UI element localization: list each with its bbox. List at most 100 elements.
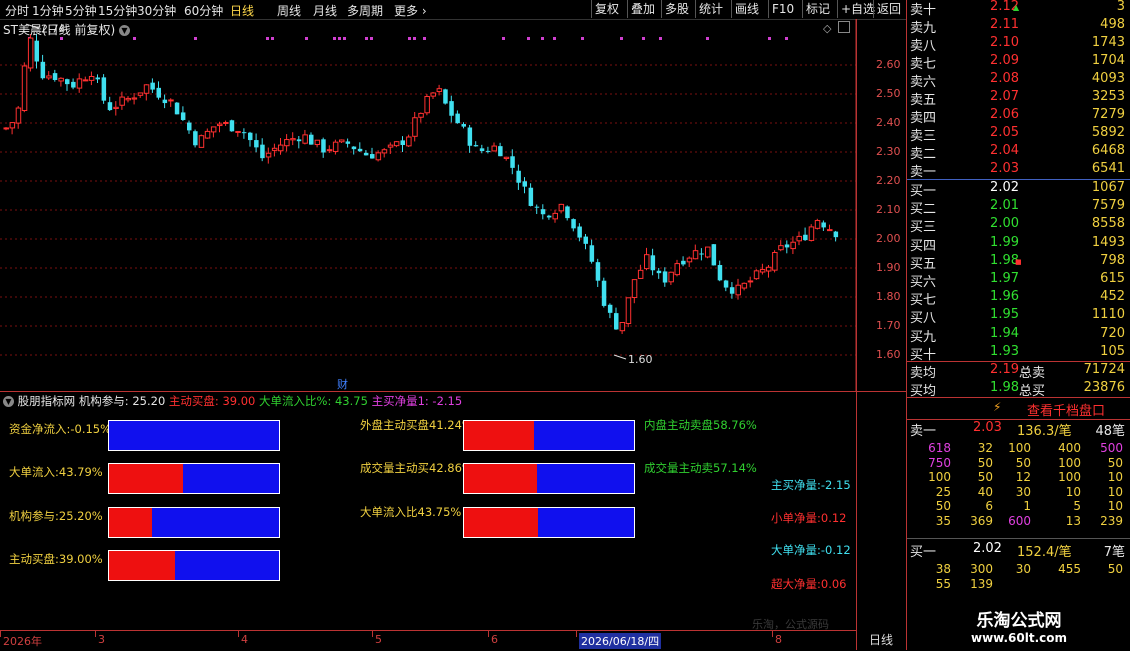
level-volume: 3253 xyxy=(1091,89,1125,104)
book-divider xyxy=(907,538,1130,539)
candle-body xyxy=(393,141,400,147)
candle-body xyxy=(436,88,443,93)
queue-price: 2.02 xyxy=(973,541,1002,556)
level-volume: 1743 xyxy=(1091,35,1125,50)
sell-level[interactable]: 卖一 2.03 6541 xyxy=(907,161,1130,180)
candle-body xyxy=(370,154,375,159)
queue-order-size: 400 xyxy=(1058,441,1081,455)
buy-level[interactable]: 买六 1.97 615 xyxy=(907,271,1130,290)
queue-order-size: 750 xyxy=(928,455,951,470)
sell-level[interactable]: 卖九 2.11 498 xyxy=(907,17,1130,36)
period-tab[interactable]: 15分钟 xyxy=(98,2,137,19)
period-tab[interactable]: 1分钟 xyxy=(32,2,64,19)
sell-level[interactable]: 卖二 2.04 6468 xyxy=(907,143,1130,162)
sell-level[interactable]: 卖八 2.10 1743 xyxy=(907,35,1130,54)
level-name: 买一 xyxy=(910,184,937,199)
candle-body xyxy=(443,89,448,104)
chevron-down-icon[interactable]: ▼ xyxy=(118,25,130,36)
candle-body xyxy=(217,123,223,127)
sell-level[interactable]: 卖四 2.06 7279 xyxy=(907,107,1130,126)
chart-title: ST美晨(日线 前复权) ▼ xyxy=(3,21,130,38)
period-tab[interactable]: 更多 › xyxy=(394,2,427,19)
candle-body xyxy=(40,61,46,79)
period-tab[interactable]: 日线 xyxy=(230,2,254,19)
toolbar-button[interactable]: 多股 xyxy=(661,0,692,18)
indicator-name[interactable]: 股朋指标网 xyxy=(18,394,76,408)
signal-dot xyxy=(370,37,373,40)
average-row: 卖均 2.19 总卖 71724 xyxy=(907,362,1130,381)
indicator-value: 机构参与: 25.20 xyxy=(78,394,169,408)
queue-price: 2.03 xyxy=(973,420,1002,435)
sell-level[interactable]: 卖三 2.05 5892 xyxy=(907,125,1130,144)
toolbar-button[interactable]: 统计 xyxy=(695,0,726,18)
period-tab[interactable]: 60分钟 xyxy=(184,2,223,19)
net-volume-value: 超大净量:0.06 xyxy=(771,577,847,591)
toolbar-button[interactable]: 画线 xyxy=(731,0,762,18)
candle-body xyxy=(241,132,247,134)
book-divider xyxy=(907,397,1130,398)
candle-body xyxy=(406,136,412,147)
buy-level[interactable]: 买十 1.93 105 xyxy=(907,343,1130,363)
queue-order-size: 618 xyxy=(928,441,951,455)
crosshair-date: 2026/06/18/四 xyxy=(579,633,662,649)
period-label[interactable]: 日线 xyxy=(858,631,904,648)
min-price-label-pointer xyxy=(613,354,627,360)
toolbar-button[interactable]: 标记 xyxy=(802,0,833,18)
buy-level[interactable]: 买四 1.99 1493 xyxy=(907,235,1130,254)
level-price: 2.03 xyxy=(990,161,1019,176)
buy-level[interactable]: 买一 2.02 1067 xyxy=(907,180,1130,199)
sell-level[interactable]: 卖七 2.09 1704 xyxy=(907,53,1130,72)
signal-dot xyxy=(706,37,709,40)
period-tab[interactable]: 多周期 xyxy=(347,2,383,19)
period-tab[interactable]: 月线 xyxy=(313,2,337,19)
flow-bar xyxy=(463,507,635,538)
sell-level[interactable]: 卖五 2.07 3253 xyxy=(907,89,1130,108)
candle-body xyxy=(510,156,515,168)
candle-body xyxy=(577,226,582,238)
candle-body xyxy=(631,279,638,299)
net-volume-value: 大单净量:-0.12 xyxy=(771,543,851,557)
buy-level[interactable]: 买七 1.96 452 xyxy=(907,289,1130,308)
toolbar-button[interactable]: 复权 xyxy=(591,0,622,18)
queue-order-size: 10 xyxy=(1107,484,1123,499)
candle-body xyxy=(107,102,113,111)
period-tab[interactable]: 周线 xyxy=(277,2,301,19)
level-volume: 105 xyxy=(1100,343,1125,359)
view-depth-button[interactable]: ⚡ 查看千档盘口 xyxy=(907,399,1130,419)
level-price: 2.11 xyxy=(990,17,1019,32)
candle-body xyxy=(540,209,546,215)
finance-report-marker[interactable]: 财 xyxy=(337,377,348,391)
period-tab[interactable]: 分时 xyxy=(5,2,29,19)
level-name: 卖八 xyxy=(910,39,937,54)
buy-level[interactable]: 买八 1.95 1110 xyxy=(907,307,1130,326)
candle-body xyxy=(650,255,656,271)
sell-level[interactable]: 卖六 2.08 4093 xyxy=(907,71,1130,90)
buy-level[interactable]: 买二 2.01 7579 xyxy=(907,198,1130,217)
candle-body xyxy=(381,149,388,154)
candle-body xyxy=(662,271,668,283)
toolbar-button[interactable]: 叠加 xyxy=(627,0,658,18)
candlestick-chart[interactable]: 2.741.60财 xyxy=(0,19,906,391)
period-tab[interactable]: 30分钟 xyxy=(137,2,176,19)
buy-level[interactable]: 买九 1.94 720 xyxy=(907,326,1130,345)
average-price: 2.19 xyxy=(990,362,1019,377)
chevron-down-icon[interactable]: ▼ xyxy=(3,396,14,407)
candle-body xyxy=(668,271,674,283)
toolbar-button[interactable]: F10 xyxy=(768,0,797,18)
toolbar-button[interactable]: 返回 xyxy=(873,0,904,18)
flow-label: 大单流入:43.79% xyxy=(9,465,103,479)
queue-order-size: 600 xyxy=(1008,514,1031,528)
collapse-icon[interactable] xyxy=(838,21,850,33)
candle-body xyxy=(485,150,491,152)
flow-label: 成交量主动买42.86% xyxy=(360,461,473,475)
period-tab[interactable]: 5分钟 xyxy=(65,2,97,19)
toolbar-button[interactable]: +自选 xyxy=(837,0,878,18)
buy-level[interactable]: 买三 2.00 8558 xyxy=(907,216,1130,235)
candle-body xyxy=(363,152,369,156)
level-volume: 1704 xyxy=(1091,53,1125,68)
diamond-icon[interactable]: ◇ xyxy=(823,22,831,35)
date-tick xyxy=(576,631,577,637)
chart-right-margin xyxy=(856,19,907,650)
flow-label: 资金净流入:-0.15% xyxy=(9,422,112,436)
candle-body xyxy=(729,287,735,294)
